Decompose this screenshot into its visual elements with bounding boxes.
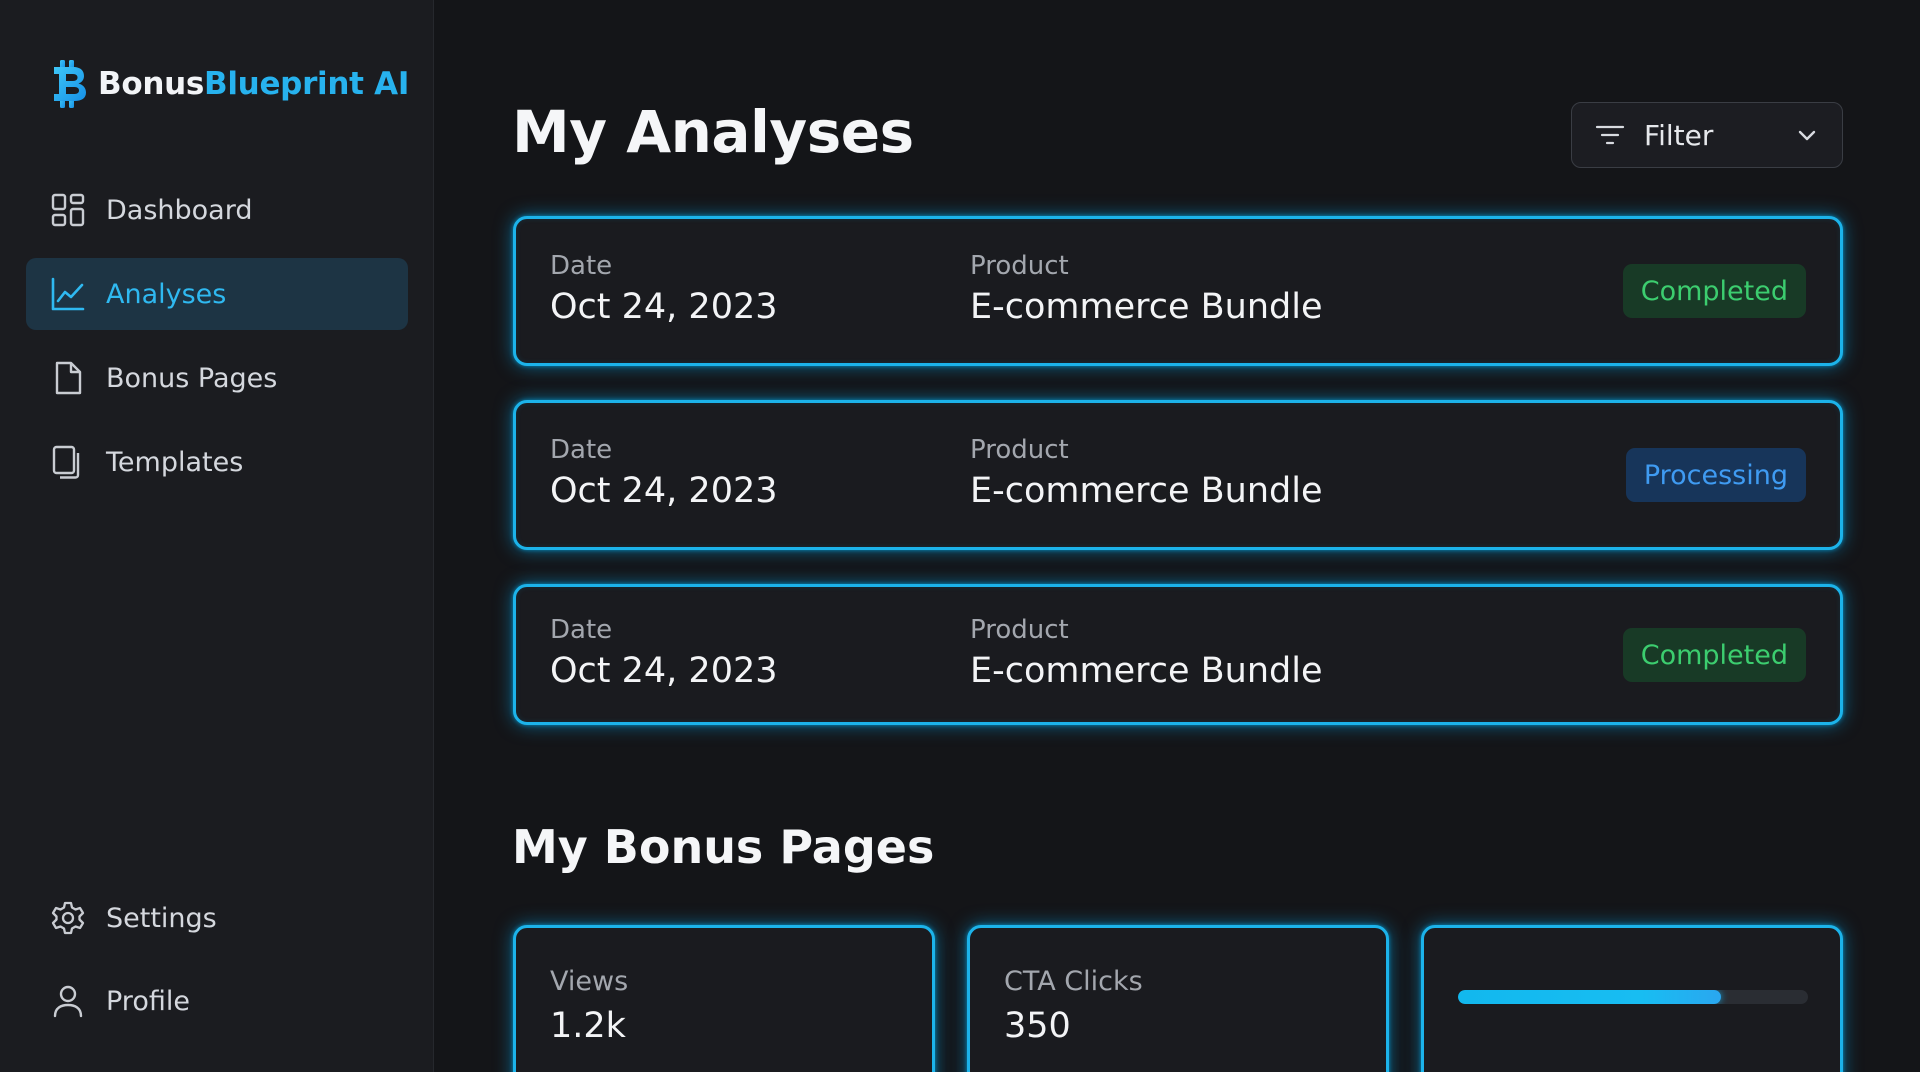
product-label: Product — [970, 615, 1069, 645]
sidebar-item-dashboard[interactable]: Dashboard — [26, 174, 408, 246]
product-label: Product — [970, 435, 1069, 465]
sidebar-bottom-nav: Settings Profile — [26, 882, 408, 1048]
status-badge: Processing — [1625, 448, 1806, 502]
gear-icon — [51, 901, 85, 935]
main-content: My Analyses Filter Date Oct 24, 2023 Pro… — [434, 0, 1920, 1072]
date-value: Oct 24, 2023 — [550, 651, 778, 691]
analysis-card[interactable]: Date Oct 24, 2023 Product E-commerce Bun… — [513, 400, 1843, 550]
dashboard-grid-icon — [51, 193, 85, 227]
product-field: Product E-commerce Bundle — [970, 615, 1323, 691]
product-value: E-commerce Bundle — [970, 471, 1323, 511]
chevron-down-icon — [1798, 130, 1816, 141]
sidebar-nav: Dashboard Analyses Bonus Pages Templates — [26, 174, 408, 510]
sidebar-item-analyses[interactable]: Analyses — [26, 258, 408, 330]
progress-bar-fill — [1458, 990, 1721, 1004]
date-field: Date Oct 24, 2023 — [550, 251, 778, 327]
page-title: My Analyses — [512, 98, 914, 166]
date-label: Date — [550, 615, 613, 645]
copy-icon — [52, 445, 80, 479]
product-value: E-commerce Bundle — [970, 287, 1323, 327]
analysis-card[interactable]: Date Oct 24, 2023 Product E-commerce Bun… — [513, 216, 1843, 366]
progress-bar — [1458, 990, 1808, 1004]
progress-stat-card[interactable] — [1421, 925, 1843, 1072]
product-value: E-commerce Bundle — [970, 651, 1323, 691]
sidebar-item-profile[interactable]: Profile — [26, 965, 408, 1037]
product-label: Product — [970, 251, 1069, 281]
status-badge: Completed — [1622, 264, 1806, 318]
date-value: Oct 24, 2023 — [550, 471, 778, 511]
sidebar-item-templates[interactable]: Templates — [26, 426, 408, 498]
stat-value: 350 — [1004, 1006, 1071, 1046]
views-stat-card[interactable]: Views 1.2k — [513, 925, 935, 1072]
app-root: BonusBlueprint AI Dashboard Analyses Bon… — [0, 0, 1920, 1072]
sidebar-item-label: Bonus Pages — [106, 362, 278, 394]
status-badge: Completed — [1622, 628, 1806, 682]
stat-label: CTA Clicks — [1004, 966, 1143, 997]
bonus-pages-title: My Bonus Pages — [512, 820, 935, 874]
sidebar-item-bonus-pages[interactable]: Bonus Pages — [26, 342, 408, 414]
filter-label: Filter — [1644, 118, 1714, 152]
date-label: Date — [550, 251, 613, 281]
brand-name-part2: Blueprint AI — [204, 66, 410, 102]
document-icon — [55, 361, 82, 395]
sidebar-item-label: Templates — [106, 446, 244, 478]
product-field: Product E-commerce Bundle — [970, 251, 1323, 327]
stat-value: 1.2k — [550, 1006, 626, 1046]
product-field: Product E-commerce Bundle — [970, 435, 1323, 511]
line-chart-icon — [51, 277, 85, 311]
sidebar-item-label: Profile — [106, 985, 190, 1017]
date-field: Date Oct 24, 2023 — [550, 615, 778, 691]
sidebar-item-label: Analyses — [106, 278, 227, 310]
brand-logo[interactable]: BonusBlueprint AI — [50, 58, 409, 110]
sidebar: BonusBlueprint AI Dashboard Analyses Bon… — [0, 0, 434, 1072]
cta-clicks-stat-card[interactable]: CTA Clicks 350 — [967, 925, 1389, 1072]
analysis-card[interactable]: Date Oct 24, 2023 Product E-commerce Bun… — [513, 584, 1843, 725]
sidebar-item-label: Settings — [106, 902, 217, 934]
sidebar-item-settings[interactable]: Settings — [26, 882, 408, 954]
bitcoin-logo-icon — [54, 60, 86, 108]
filter-icon — [1595, 125, 1625, 145]
stat-label: Views — [550, 966, 629, 997]
filter-dropdown[interactable]: Filter — [1571, 102, 1843, 168]
date-field: Date Oct 24, 2023 — [550, 435, 778, 511]
brand-name-part1: Bonus — [98, 66, 205, 102]
date-value: Oct 24, 2023 — [550, 287, 778, 327]
sidebar-item-label: Dashboard — [106, 194, 253, 226]
user-icon — [53, 985, 83, 1018]
date-label: Date — [550, 435, 613, 465]
brand-name: BonusBlueprint AI — [98, 66, 409, 102]
